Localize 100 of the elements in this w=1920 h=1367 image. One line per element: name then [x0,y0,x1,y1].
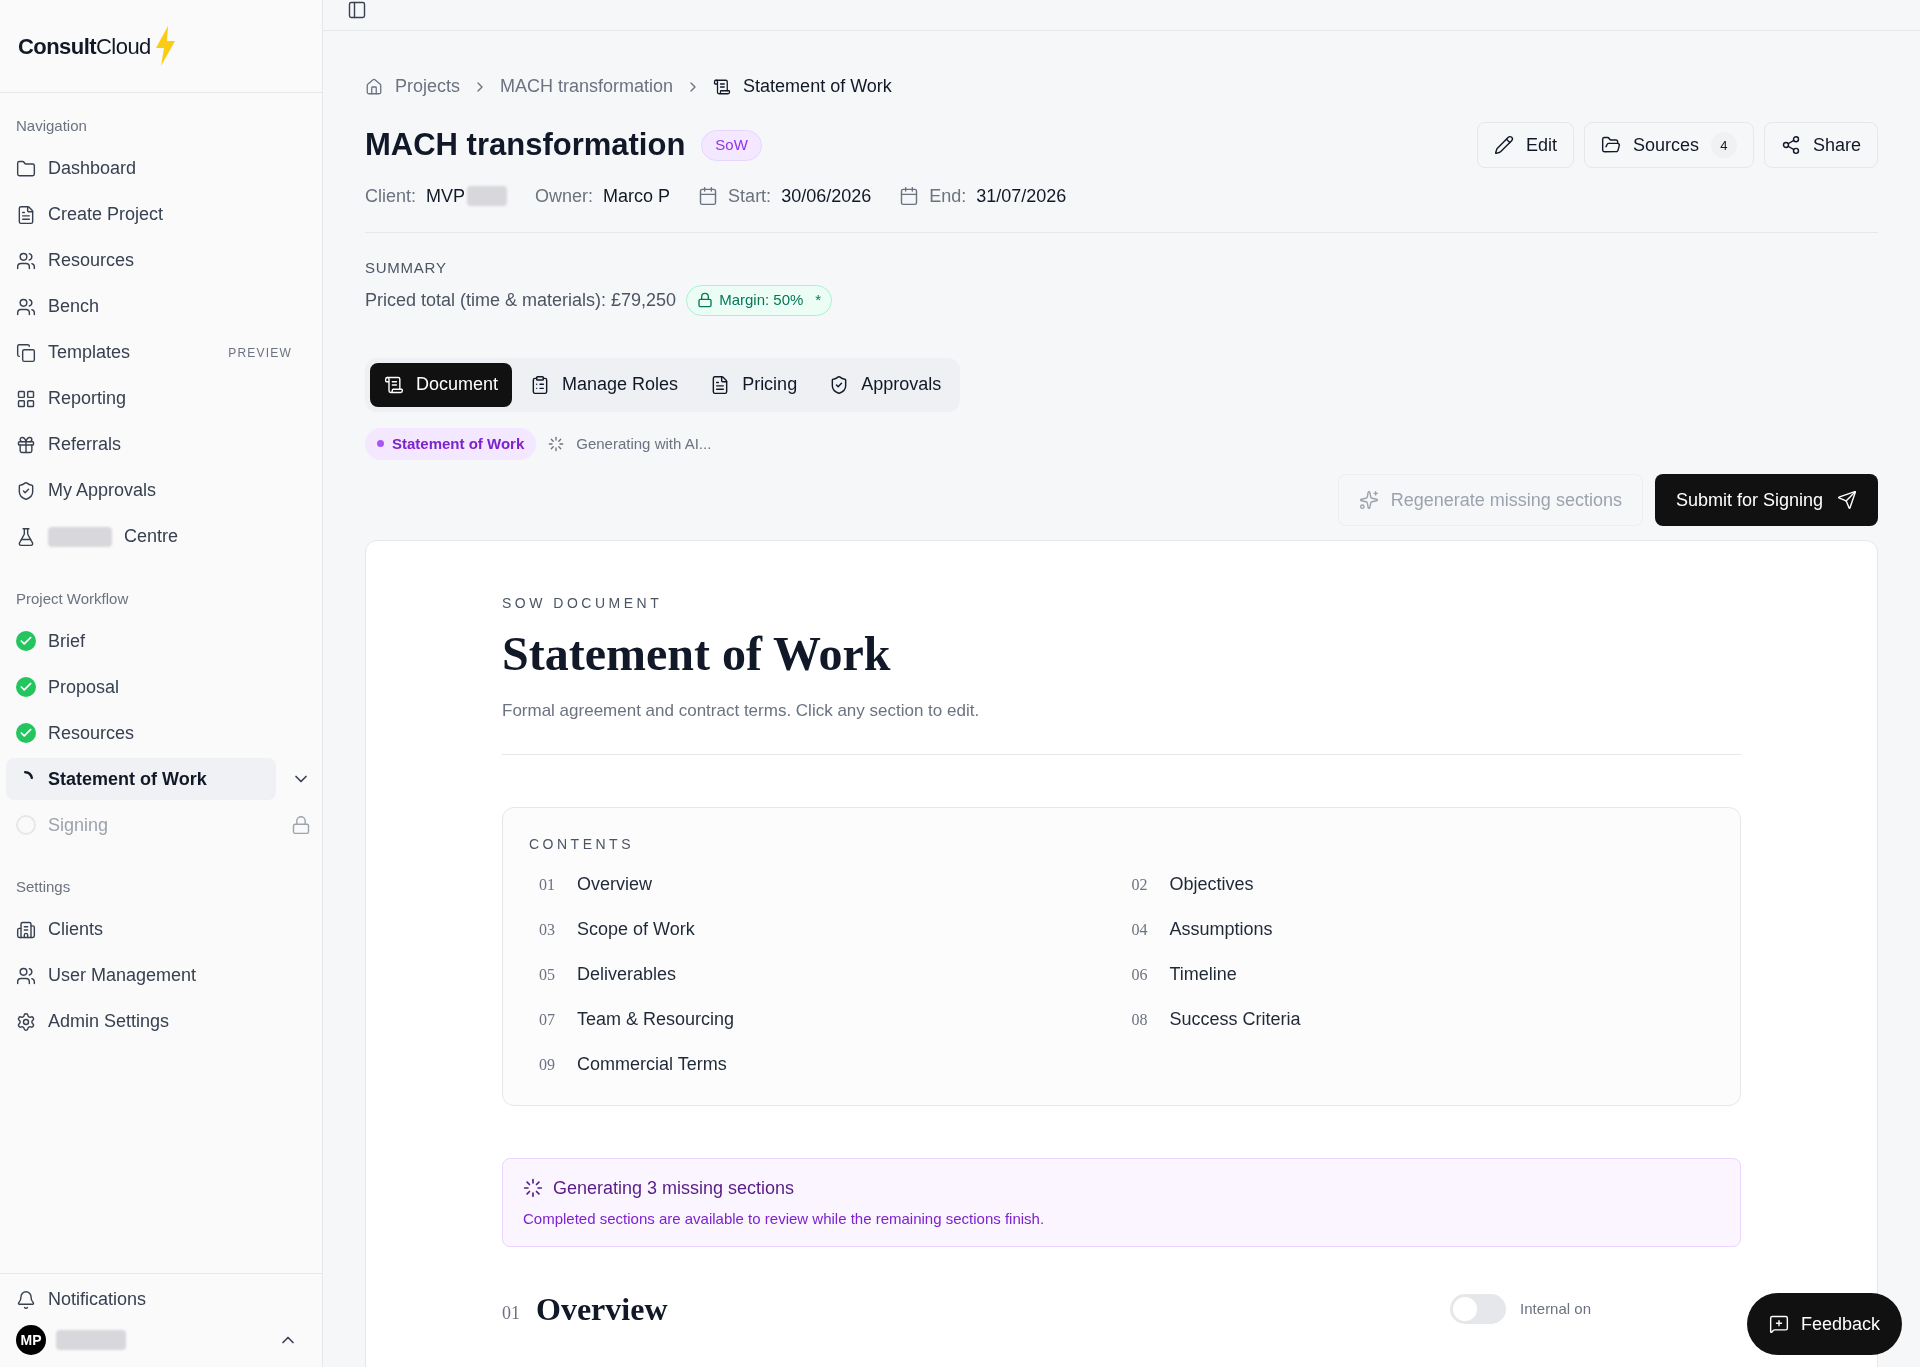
pencil-icon [1493,135,1514,156]
contents-item[interactable]: 04 Assumptions [1121,913,1714,946]
submit-button[interactable]: Submit for Signing [1654,474,1878,526]
nav-item[interactable]: Bench [6,283,316,330]
section-number: 03 [539,919,556,940]
breadcrumb-link[interactable]: Projects [395,73,461,100]
section-heading: Overview [536,1290,668,1329]
nav-label: Reporting [48,387,128,410]
workflow-step[interactable]: Brief [6,620,276,662]
meta-value: MVP [426,184,466,208]
document-eyebrow: SOW DOCUMENT [502,594,664,613]
nav-label: Resources [48,249,136,272]
section-title: Timeline [1169,963,1237,986]
priced-total: Priced total (time & materials): £79,250 [365,288,677,312]
people-icon [16,296,36,317]
feedback-button[interactable]: Feedback [1746,1293,1902,1355]
section-number: 05 [539,964,556,985]
section-heading: Settings [15,877,72,897]
folder-icon [16,158,36,179]
nav-item[interactable]: My Approvals [6,467,316,514]
contents-item[interactable]: 06 Timeline [1121,958,1714,991]
contents-item[interactable]: 01 Overview [529,868,1122,901]
section-number: 04 [1131,919,1149,940]
meta-value: 31/07/2026 [976,184,1067,208]
nav-item[interactable]: Centre [6,513,316,560]
action-button[interactable]: Share [1763,122,1878,169]
section-title: Assumptions [1169,918,1273,941]
nav-item[interactable]: User Management [6,952,316,999]
feedback-icon [1768,1314,1789,1334]
tab[interactable]: Document [370,362,513,407]
nav-item[interactable]: Reporting [6,375,316,422]
sidebar-toggle-icon[interactable] [347,0,367,20]
nav-label: Admin Settings [48,1010,171,1033]
document-chip[interactable]: Statement of Work [365,427,537,460]
people-icon [16,250,36,271]
nav-item[interactable]: Admin Settings [6,998,316,1045]
notice-title: Generating 3 missing sections [553,1176,795,1200]
contents-item[interactable]: 03 Scope of Work [529,913,1122,946]
section-title: Deliverables [577,963,677,986]
margin-badge: Margin: 50% * [686,285,833,316]
grid-icon [16,388,36,409]
calendar-icon [899,186,920,206]
nav-label: My Approvals [48,479,158,502]
document-description: Formal agreement and contract terms. Click any section to edit. [502,698,1741,755]
user-avatar[interactable]: MP [16,1325,46,1355]
contents-item[interactable]: 08 Success Criteria [1121,1003,1714,1036]
shield-check-icon [16,480,36,501]
section-number: 07 [539,1009,556,1030]
tab[interactable]: Approvals [815,362,956,407]
sow-badge: SoW [701,130,762,161]
project-title: MACH transformation [365,126,686,164]
meta-label: Start: [728,184,772,208]
workflow-step[interactable]: Statement of Work [6,758,276,800]
spinner-icon [23,771,33,779]
nav-item[interactable]: Clients [6,906,316,953]
nav-label: User Management [48,964,198,987]
nav-label: Templates [48,341,132,364]
meta-label: End: [929,184,967,208]
nav-item[interactable]: Referrals [6,421,316,468]
home-icon [365,77,383,96]
section-heading: Project Workflow [15,588,130,609]
breadcrumb-link[interactable]: Statement of Work [743,73,892,100]
copies-icon [16,342,36,363]
generating-status: Generating with AI... [576,433,712,454]
nav-label: Referrals [48,433,123,456]
nav-item[interactable]: Create Project [6,191,316,238]
toggle-label: Internal on [1520,1298,1591,1319]
contents-item[interactable]: 05 Deliverables [529,958,1122,991]
nav-item[interactable]: Templates PREVIEW [6,329,316,376]
meta-label: Client: [365,184,417,208]
section-number: 08 [1131,1009,1149,1030]
scroll-icon [384,374,404,395]
workflow-step[interactable]: Proposal [6,666,276,708]
share-icon [1780,135,1801,156]
action-button[interactable]: Edit [1476,122,1574,169]
toggle-switch[interactable] [1450,1294,1507,1324]
nav-item[interactable]: Dashboard [6,145,316,192]
contents-item[interactable]: 02 Objectives [1121,868,1714,901]
count-badge: 4 [1710,132,1737,159]
nav-label: Centre [124,525,180,548]
settings-icon [16,1011,36,1032]
people-icon [16,965,36,986]
breadcrumb-link[interactable]: MACH transformation [500,73,674,100]
section-title: Objectives [1169,873,1254,896]
notifications-item[interactable]: Notifications [16,1286,306,1313]
document-icon [16,204,36,225]
flask-icon [16,526,36,547]
workflow-step[interactable]: Resources [6,712,276,754]
action-button[interactable]: Sources 4 [1583,122,1754,169]
contents-item[interactable]: 07 Team & Resourcing [529,1003,1122,1036]
sparkles-icon [1358,490,1379,510]
lock-icon [291,815,311,835]
tab[interactable]: Manage Roles [516,362,693,407]
nav-item[interactable]: Resources [6,237,316,284]
section-number: 01 [502,1301,520,1325]
contents-item[interactable]: 09 Commercial Terms [529,1048,1122,1081]
brand-logo[interactable]: ConsultCloud [18,26,177,66]
meta-value: 30/06/2026 [781,184,872,208]
tab[interactable]: Pricing [696,362,812,407]
section-title: Scope of Work [577,918,695,941]
